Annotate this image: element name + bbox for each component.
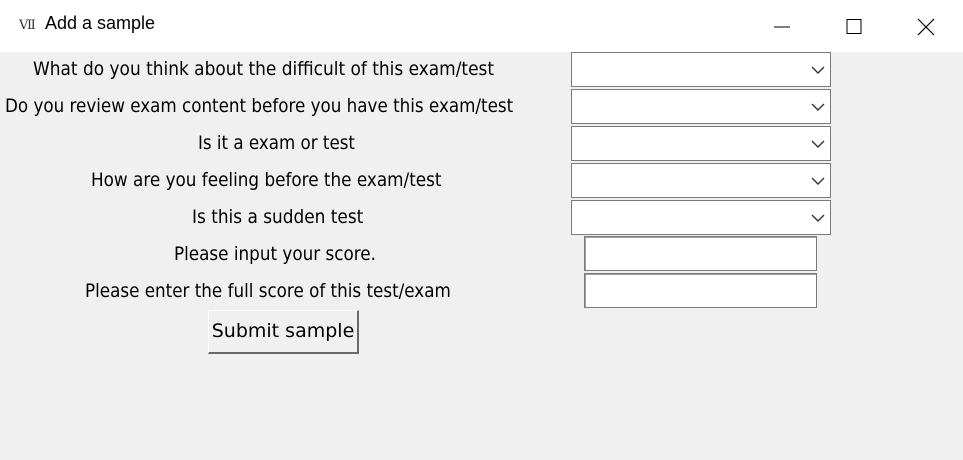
close-icon — [917, 18, 935, 36]
minimize-icon — [774, 26, 790, 28]
minimize-button[interactable] — [746, 0, 818, 52]
exam-or-test-label: Is it a exam or test — [198, 132, 355, 154]
exam-or-test-combobox[interactable] — [571, 126, 831, 161]
chevron-down-icon — [811, 103, 825, 111]
maximize-button[interactable] — [818, 0, 890, 52]
maximize-icon — [846, 19, 862, 34]
chevron-down-icon — [811, 177, 825, 185]
difficulty-combobox[interactable] — [571, 52, 831, 87]
feeling-combobox[interactable] — [571, 163, 831, 198]
title-bar: Ⅶ Add a sample — [0, 0, 963, 52]
feeling-label: How are you feeling before the exam/test — [91, 169, 442, 191]
score-label: Please input your score. — [174, 243, 376, 265]
close-button[interactable] — [890, 0, 962, 52]
window-title: Add a sample — [45, 13, 156, 33]
chevron-down-icon — [811, 214, 825, 222]
full-score-input[interactable] — [584, 273, 817, 308]
chevron-down-icon — [811, 66, 825, 74]
score-input[interactable] — [584, 236, 817, 271]
difficulty-label: What do you think about the difficult of… — [33, 58, 495, 80]
review-label: Do you review exam content before you ha… — [5, 95, 514, 117]
review-combobox[interactable] — [571, 89, 831, 124]
full-score-label: Please enter the full score of this test… — [85, 280, 451, 302]
chevron-down-icon — [811, 140, 825, 148]
app-icon: Ⅶ — [19, 18, 36, 33]
sudden-test-label: Is this a sudden test — [192, 206, 364, 228]
sudden-test-combobox[interactable] — [571, 200, 831, 235]
submit-sample-button[interactable]: Submit sample — [208, 310, 359, 354]
